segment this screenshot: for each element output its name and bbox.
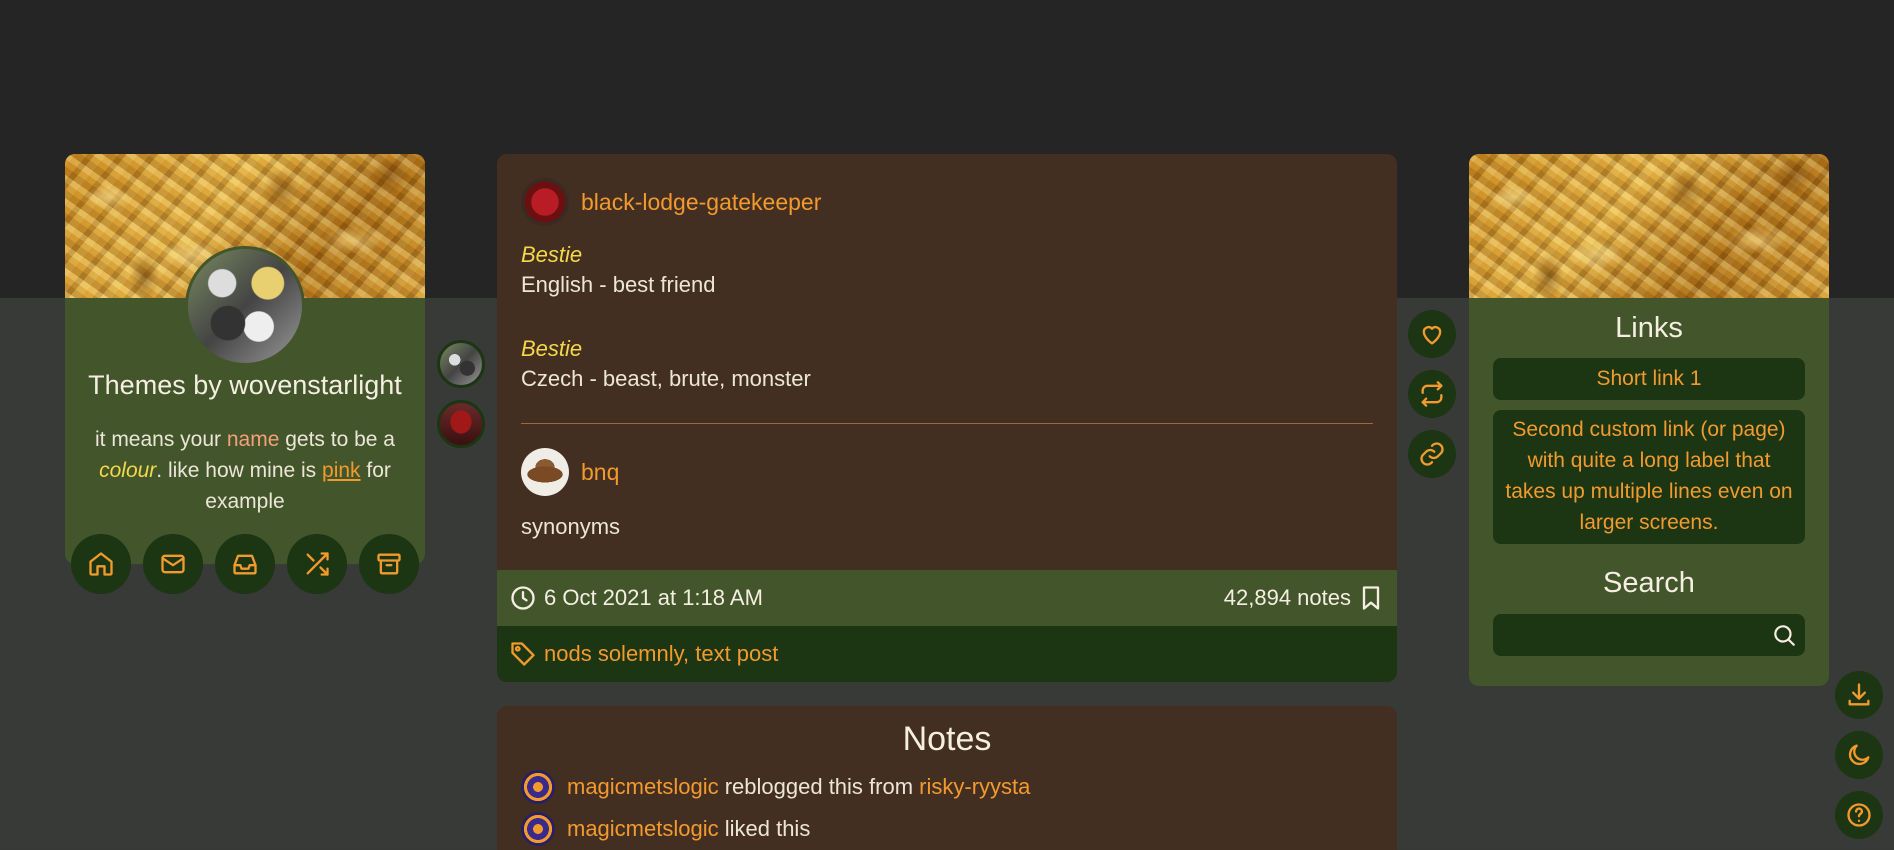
description-colour-highlight: colour: [99, 459, 157, 482]
link-icon: [1420, 442, 1444, 466]
note-action: reblogged this from: [718, 774, 920, 799]
custom-link-2[interactable]: Second custom link (or page) with quite …: [1493, 410, 1805, 544]
post-definition: English - best friend: [521, 272, 716, 297]
note-source[interactable]: risky-ryysta: [919, 774, 1030, 800]
note-user[interactable]: magicmetslogic: [567, 774, 719, 800]
post-user-row: bnq: [521, 448, 619, 496]
help-button[interactable]: [1835, 791, 1883, 839]
reblog-button[interactable]: [1408, 370, 1456, 418]
download-icon: [1848, 683, 1870, 706]
post-word: Bestie: [521, 242, 583, 267]
post-username[interactable]: black-lodge-gatekeeper: [581, 189, 821, 216]
search-icon[interactable]: [1771, 622, 1797, 653]
blog-title[interactable]: Themes by wovenstarlight: [65, 370, 425, 401]
blog-avatar[interactable]: [185, 246, 305, 366]
inbox-button[interactable]: [215, 534, 275, 594]
links-title: Links: [1615, 312, 1683, 344]
like-button[interactable]: [1408, 310, 1456, 358]
sidebar-card: Themes by wovenstarlight it means your n…: [65, 154, 425, 564]
avatar[interactable]: [521, 178, 569, 226]
note-action: liked this: [718, 816, 811, 841]
archive-icon: [377, 553, 401, 575]
notes-count[interactable]: 42,894 notes: [1224, 585, 1351, 611]
blog-description: it means your name gets to be a colour. …: [85, 424, 405, 517]
post-meta-bar: 6 Oct 2021 at 1:18 AM 42,894 notes: [497, 570, 1397, 626]
notes-title: Notes: [902, 720, 992, 758]
custom-link-1[interactable]: Short link 1: [1493, 358, 1805, 400]
post-tags-bar: nods solemnly, text post: [497, 626, 1397, 682]
avatar[interactable]: [521, 448, 569, 496]
post-user-row: black-lodge-gatekeeper: [521, 178, 821, 226]
home-icon: [89, 552, 113, 576]
post-tags[interactable]: nods solemnly, text post: [544, 641, 778, 667]
moon-icon: [1848, 744, 1870, 766]
post-date[interactable]: 6 Oct 2021 at 1:18 AM: [544, 585, 763, 611]
description-text: . like how mine is: [156, 459, 323, 482]
shuffle-button[interactable]: [287, 534, 347, 594]
description-text: gets to be a: [279, 428, 395, 451]
bookmark-icon[interactable]: [1357, 584, 1385, 617]
inbox-icon: [233, 554, 257, 575]
post-reply-text: synonyms: [521, 514, 621, 539]
note-item: magicmetslogic liked this: [521, 812, 810, 846]
post: black-lodge-gatekeeper Bestie English - …: [497, 154, 1397, 682]
post-word: Bestie: [521, 336, 583, 361]
trail-avatar-2[interactable]: [437, 400, 485, 448]
shuffle-icon: [306, 552, 329, 576]
description-pink-link[interactable]: pink: [322, 459, 361, 482]
reblog-icon: [1421, 381, 1443, 407]
download-button[interactable]: [1835, 671, 1883, 719]
post-username[interactable]: bnq: [581, 459, 619, 486]
search-title: Search: [1603, 567, 1695, 599]
dark-mode-button[interactable]: [1835, 731, 1883, 779]
post-divider: [521, 423, 1373, 424]
avatar[interactable]: [521, 812, 555, 846]
description-text: it means your: [94, 428, 227, 451]
avatar[interactable]: [521, 770, 555, 804]
notes-section: Notes magicmetslogic reblogged this from…: [497, 706, 1397, 850]
archive-button[interactable]: [359, 534, 419, 594]
heart-icon: [1422, 326, 1442, 345]
clock-icon: [509, 584, 537, 617]
right-banner-image: [1469, 154, 1829, 298]
post-definition: Czech - beast, brute, monster: [521, 366, 811, 391]
permalink-button[interactable]: [1408, 430, 1456, 478]
mail-button[interactable]: [143, 534, 203, 594]
description-name-highlight: name: [226, 428, 280, 451]
note-user[interactable]: magicmetslogic: [567, 816, 719, 842]
trail-avatar-1[interactable]: [437, 340, 485, 388]
note-item: magicmetslogic reblogged this from risky…: [521, 770, 1030, 804]
tag-icon: [509, 640, 537, 673]
mail-icon: [161, 554, 185, 574]
help-icon: [1847, 803, 1871, 827]
search-input[interactable]: [1493, 614, 1805, 656]
home-button[interactable]: [71, 534, 131, 594]
